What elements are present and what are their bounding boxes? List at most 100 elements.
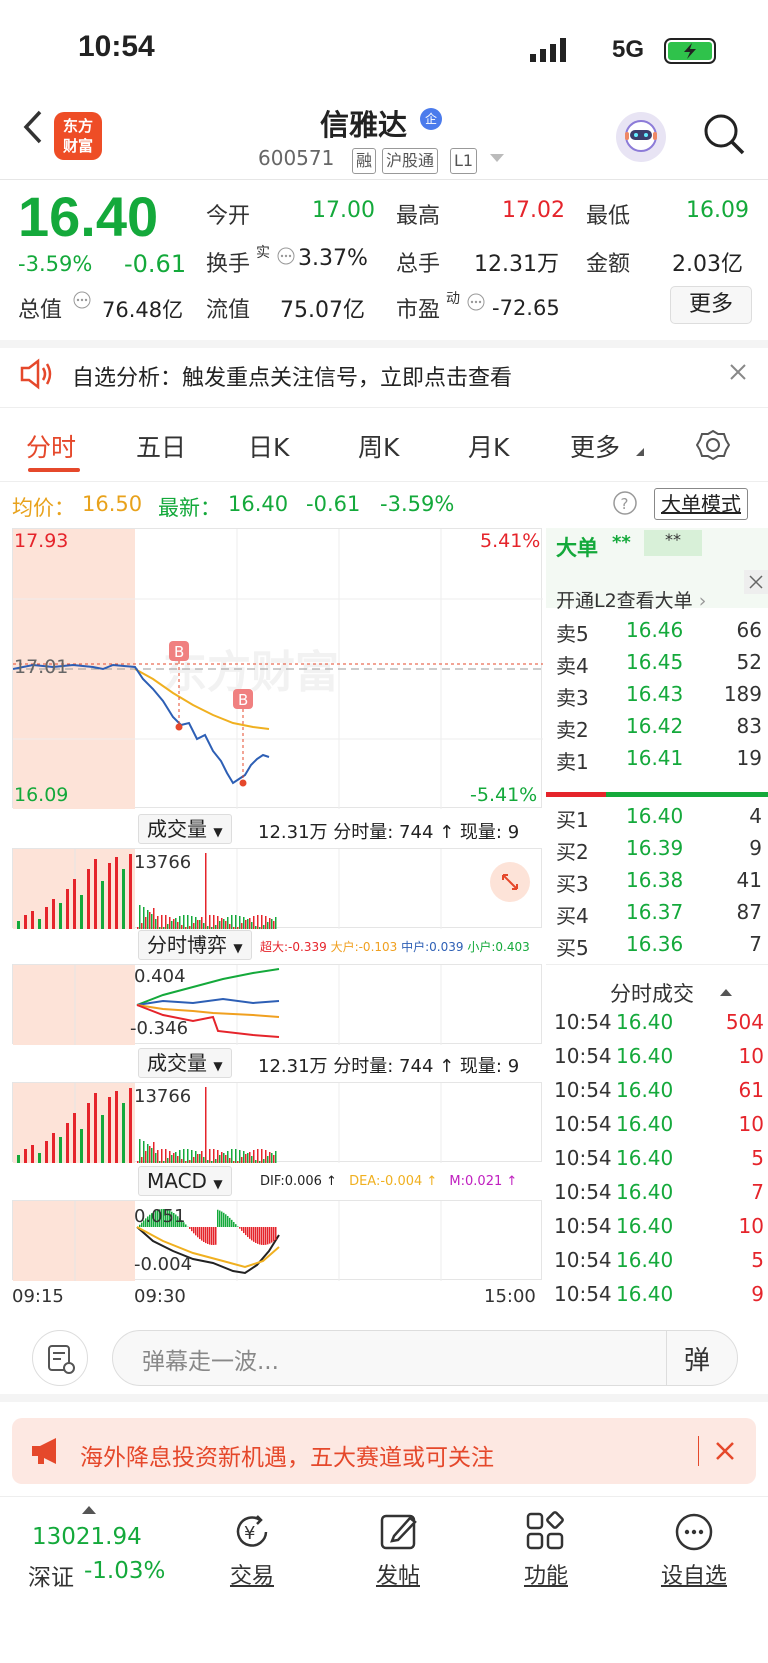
tab-week-k[interactable]: 周K xyxy=(358,428,399,464)
volume-bar xyxy=(173,1153,175,1163)
sell-row[interactable]: 卖3 16.43 189 xyxy=(556,682,762,712)
volume-bar xyxy=(38,919,41,929)
tab-5day[interactable]: 五日 xyxy=(136,428,186,464)
game-selector[interactable]: 分时博弈 ▼ xyxy=(138,930,252,960)
gear-icon[interactable] xyxy=(696,428,730,462)
latest-change: -0.61 xyxy=(306,492,361,516)
volume-bar xyxy=(141,1157,143,1163)
macd-chart[interactable] xyxy=(12,1200,542,1281)
nav-function[interactable]: 功能 xyxy=(496,1558,596,1590)
volume-bar xyxy=(249,1152,251,1163)
nav-add-watchlist[interactable]: 设自选 xyxy=(644,1558,744,1590)
level-qty: 4 xyxy=(749,804,762,828)
volume-selector-2[interactable]: 成交量 ▼ xyxy=(138,1048,232,1078)
caret-up-icon[interactable] xyxy=(82,1506,96,1514)
svg-text:¥: ¥ xyxy=(244,1523,255,1544)
volume-bar xyxy=(247,919,249,929)
sell-row[interactable]: 卖5 16.46 66 xyxy=(556,618,762,648)
app-logo: 东方 财富 xyxy=(54,112,102,160)
level-qty: 66 xyxy=(736,618,762,642)
buy-row[interactable]: 买3 16.38 41 xyxy=(556,868,762,898)
info-dots-icon[interactable] xyxy=(276,246,296,266)
more-button[interactable]: 更多 xyxy=(670,286,752,324)
volume-bar xyxy=(183,1149,185,1163)
volume-bar xyxy=(87,1103,90,1163)
volume-bar xyxy=(195,917,197,929)
sell-row[interactable]: 卖1 16.41 19 xyxy=(556,746,762,776)
close-icon[interactable] xyxy=(744,570,768,594)
tab-month-k[interactable]: 月K xyxy=(468,428,509,464)
volume-bar xyxy=(187,915,189,929)
trade-row: 10:54 16.40 61 xyxy=(554,1078,764,1108)
help-icon[interactable]: ? xyxy=(612,490,638,516)
search-icon[interactable] xyxy=(702,112,746,156)
index-value[interactable]: 13021.94 xyxy=(32,1524,142,1550)
tab-more[interactable]: 更多 xyxy=(570,428,620,464)
logo-text: 东方 财富 xyxy=(62,117,93,155)
volume-selector[interactable]: 成交量 ▼ xyxy=(138,814,232,844)
level-qty: 9 xyxy=(749,836,762,860)
volume-bar xyxy=(163,927,165,929)
trade-price: 16.40 xyxy=(616,1044,674,1068)
tab-day-k[interactable]: 日K xyxy=(248,428,289,464)
close-icon[interactable] xyxy=(714,1440,736,1462)
intraday-chart[interactable]: 东方财富 B B xyxy=(12,528,543,809)
latest-pct: -3.59% xyxy=(380,492,455,516)
trade-row: 10:54 16.40 5 xyxy=(554,1248,764,1278)
buy-row[interactable]: 买1 16.40 4 xyxy=(556,804,762,834)
volume-bar xyxy=(253,916,255,929)
comment-settings-icon[interactable] xyxy=(32,1330,88,1386)
volume-bar xyxy=(177,1156,179,1163)
macd-bar xyxy=(269,1227,271,1244)
volume-bar xyxy=(243,1151,245,1163)
game-svg xyxy=(13,965,442,1045)
macd-bar xyxy=(239,1227,241,1229)
info-dots-icon[interactable] xyxy=(72,290,92,310)
volume-bar xyxy=(237,1161,239,1163)
level-price: 16.39 xyxy=(626,836,684,860)
volume-bar xyxy=(275,1151,277,1163)
nav-trade[interactable]: 交易 xyxy=(202,1558,302,1590)
back-chevron-icon[interactable] xyxy=(18,104,48,150)
close-icon[interactable] xyxy=(728,362,748,382)
buy-row[interactable]: 买5 16.36 7 xyxy=(556,932,762,962)
sell-row[interactable]: 卖2 16.42 83 xyxy=(556,714,762,744)
caret-up-icon[interactable] xyxy=(720,988,732,996)
sell-row[interactable]: 卖4 16.45 52 xyxy=(556,650,762,680)
volume-bar xyxy=(108,863,111,929)
tab-intraday[interactable]: 分时 xyxy=(26,428,76,464)
open-l2-link[interactable]: 开通L2查看大单 › xyxy=(556,586,706,613)
volume-chart-2[interactable] xyxy=(12,1082,542,1163)
trade-time: 10:54 xyxy=(554,1214,612,1238)
nav-post[interactable]: 发帖 xyxy=(348,1558,448,1590)
function-grid-icon[interactable] xyxy=(524,1510,568,1554)
game-chart[interactable] xyxy=(12,964,542,1045)
volume-svg-2 xyxy=(13,1083,442,1163)
danmu-toggle-button[interactable]: 弹 xyxy=(684,1340,710,1377)
latest-price: 16.40 xyxy=(228,492,289,516)
level-qty: 83 xyxy=(736,714,762,738)
trade-icon[interactable]: ¥ xyxy=(230,1510,274,1554)
buy-marker-text: B xyxy=(174,643,184,661)
assistant-robot-icon[interactable] xyxy=(616,112,666,162)
high-value: 17.02 xyxy=(502,198,565,223)
post-icon[interactable] xyxy=(378,1510,422,1554)
volume-bar xyxy=(273,1155,275,1163)
more-dots-icon[interactable] xyxy=(672,1510,716,1554)
trade-qty: 504 xyxy=(725,1010,764,1034)
macd-bar xyxy=(261,1227,263,1245)
volume-bar xyxy=(165,915,167,929)
buy-row[interactable]: 买4 16.37 87 xyxy=(556,900,762,930)
info-dots-icon[interactable] xyxy=(466,292,486,312)
expand-icon[interactable] xyxy=(490,862,530,902)
macd-bar xyxy=(217,1209,219,1227)
enterprise-badge: 企 xyxy=(420,108,442,130)
macd-bar xyxy=(245,1227,247,1236)
macd-legend: DIF:0.006 ↑ DEA:-0.004 ↑ M:0.021 ↑ xyxy=(260,1174,517,1189)
volume-bar xyxy=(153,1142,155,1163)
dropdown-caret-icon[interactable] xyxy=(490,154,504,164)
macd-selector[interactable]: MACD ▼ xyxy=(138,1166,232,1196)
buy-row[interactable]: 买2 16.39 9 xyxy=(556,836,762,866)
volume-chart[interactable] xyxy=(12,848,542,929)
big-order-mode-button[interactable]: 大单模式 xyxy=(654,488,748,520)
